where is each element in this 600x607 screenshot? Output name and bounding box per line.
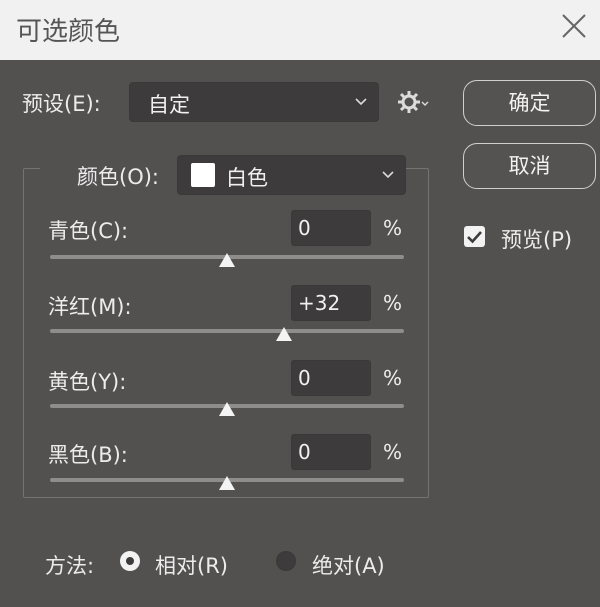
cancel-button[interactable]: 取消 [463,143,596,189]
slider-track[interactable] [50,329,404,333]
percent-label: % [383,291,403,315]
slider-thumb[interactable] [218,475,236,491]
color-swatch [191,163,215,187]
slider-thumb[interactable] [218,401,236,417]
gear-icon[interactable] [396,87,430,117]
percent-label: % [383,216,403,240]
colors-value: 白色 [226,166,268,190]
percent-label: % [383,440,403,464]
slider-label: 青色(C): [48,219,129,243]
magenta-input[interactable]: +32 [291,285,371,321]
method-label: 方法: [45,554,95,578]
colors-label: 颜色(O): [77,165,159,189]
radio-relative[interactable] [120,551,140,571]
slider-label: 洋红(M): [48,295,132,319]
percent-label: % [383,366,403,390]
radio-absolute[interactable] [276,551,296,571]
yellow-input[interactable]: 0 [291,360,371,396]
slider-thumb[interactable] [218,252,236,268]
ok-button[interactable]: 确定 [463,80,596,126]
close-icon[interactable] [560,12,588,40]
preset-value: 自定 [148,93,190,117]
preset-label: 预设(E): [22,92,101,116]
absolute-option-label: 绝对(A) [312,554,385,578]
preview-label: 预览(P) [501,228,573,252]
slider-label: 黄色(Y): [48,370,127,394]
cyan-input[interactable]: 0 [291,210,371,246]
preset-dropdown[interactable]: 自定 [129,82,379,122]
radio-dot [126,557,134,565]
preview-checkbox[interactable] [464,226,485,247]
window-title: 可选颜色 [16,17,121,47]
black-input[interactable]: 0 [291,434,371,470]
chevron-down-icon [354,94,368,113]
chevron-down-icon [381,167,395,186]
slider-thumb[interactable] [275,326,293,342]
slider-label: 黑色(B): [48,443,128,467]
relative-option-label: 相对(R) [155,554,228,578]
title-bar: 可选颜色 [0,0,600,60]
